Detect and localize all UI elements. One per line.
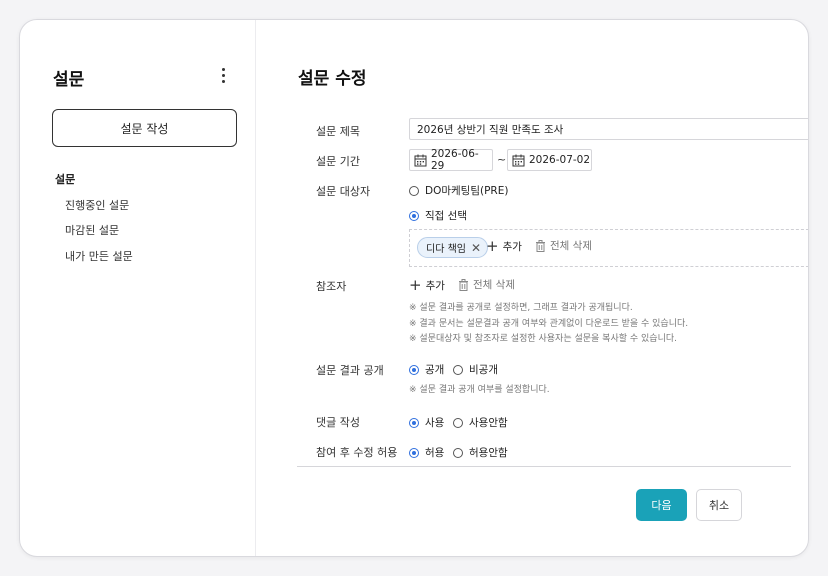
- edit-after-label: 참여 후 수정 허용: [316, 446, 398, 459]
- page-title: 설문 수정: [298, 69, 367, 89]
- comments-label: 댓글 작성: [316, 416, 360, 429]
- result-public-option-private-label: 비공개: [469, 364, 498, 376]
- result-public-option-public-label: 공개: [425, 364, 445, 376]
- date-separator: ~: [497, 153, 507, 166]
- radio-icon: [453, 447, 463, 458]
- more-vertical-icon[interactable]: [219, 67, 227, 85]
- comments-option-none[interactable]: 사용안함: [453, 415, 508, 430]
- trash-icon: [459, 278, 468, 291]
- viewer-note-1: ※ 설문 결과를 공개로 설정하면, 그래프 결과가 공개됩니다.: [409, 303, 633, 313]
- target-option-direct[interactable]: 직접 선택: [409, 208, 467, 223]
- radio-checked-icon: [409, 210, 419, 221]
- cancel-button[interactable]: 취소: [696, 489, 742, 521]
- calendar-icon: [414, 154, 427, 166]
- edit-after-option-deny[interactable]: 허용안함: [453, 445, 508, 460]
- create-survey-button[interactable]: 설문 작성: [52, 109, 237, 147]
- end-date-value: 2026-07-02: [529, 154, 591, 166]
- nav-heading: 설문: [55, 173, 76, 186]
- target-add-label: 추가: [502, 241, 522, 253]
- sidebar-item-closed[interactable]: 마감된 설문: [65, 222, 119, 238]
- survey-title-input[interactable]: [409, 118, 808, 140]
- comments-option-use[interactable]: 사용: [409, 415, 444, 430]
- target-option-team[interactable]: DO마케팅팀(PRE): [409, 183, 508, 198]
- sidebar-title: 설문: [53, 70, 85, 90]
- result-public-label: 설문 결과 공개: [316, 364, 384, 377]
- app-window: 설문 설문 작성 설문 진행중인 설문 마감된 설문 내가 만든 설문 설문 수…: [19, 19, 809, 557]
- radio-icon: [409, 185, 419, 196]
- result-public-note: ※ 설문 결과 공개 여부를 설정합니다.: [409, 385, 550, 395]
- viewer-label: 참조자: [316, 280, 347, 293]
- viewer-add-button[interactable]: + 추가: [409, 278, 445, 293]
- target-chip-label: 디다 책임: [426, 244, 466, 255]
- radio-checked-icon: [409, 447, 419, 458]
- radio-icon: [453, 417, 463, 428]
- close-icon[interactable]: ✕: [471, 242, 481, 254]
- radio-checked-icon: [409, 364, 419, 375]
- edit-after-option-allow[interactable]: 허용: [409, 445, 444, 460]
- plus-icon: +: [486, 237, 499, 255]
- sidebar-item-ongoing[interactable]: 진행중인 설문: [65, 197, 129, 213]
- trash-icon: [536, 239, 545, 252]
- next-button[interactable]: 다음: [636, 489, 687, 521]
- start-date-field[interactable]: 2026-06-29: [409, 148, 493, 172]
- comments-option-use-label: 사용: [425, 417, 445, 429]
- edit-after-option-deny-label: 허용안함: [469, 447, 508, 459]
- calendar-icon: [512, 154, 525, 166]
- target-option-team-label: DO마케팅팀(PRE): [425, 185, 509, 197]
- radio-icon: [453, 364, 463, 375]
- target-delete-all-button[interactable]: 전체 삭제: [535, 238, 592, 253]
- form-divider: [297, 466, 791, 467]
- target-label: 설문 대상자: [316, 185, 371, 198]
- viewer-add-label: 추가: [425, 280, 445, 292]
- survey-title-label: 설문 제목: [316, 125, 360, 138]
- comments-option-none-label: 사용안함: [469, 417, 508, 429]
- end-date-field[interactable]: 2026-07-02: [507, 149, 592, 171]
- radio-checked-icon: [409, 417, 419, 428]
- result-public-option-public[interactable]: 공개: [409, 362, 444, 377]
- viewer-note-2: ※ 결과 문서는 설문결과 공개 여부와 관계없이 다운로드 받을 수 있습니다…: [409, 319, 689, 329]
- period-label: 설문 기간: [316, 155, 360, 168]
- target-add-button[interactable]: + 추가: [486, 239, 522, 254]
- viewer-note-3: ※ 설문대상자 및 참조자로 설정한 사용자는 설문을 복사할 수 있습니다.: [409, 334, 677, 344]
- target-chip: 디다 책임 ✕: [417, 237, 489, 258]
- result-public-option-private[interactable]: 비공개: [453, 362, 498, 377]
- viewer-delete-all-button[interactable]: 전체 삭제: [458, 277, 515, 292]
- viewer-delete-all-label: 전체 삭제: [473, 279, 515, 291]
- plus-icon: +: [409, 276, 422, 294]
- sidebar: 설문 설문 작성 설문 진행중인 설문 마감된 설문 내가 만든 설문: [20, 20, 256, 556]
- edit-after-option-allow-label: 허용: [425, 447, 445, 459]
- sidebar-item-mine[interactable]: 내가 만든 설문: [65, 248, 133, 264]
- start-date-value: 2026-06-29: [431, 148, 479, 172]
- target-option-direct-label: 직접 선택: [425, 210, 467, 222]
- target-delete-all-label: 전체 삭제: [550, 240, 592, 252]
